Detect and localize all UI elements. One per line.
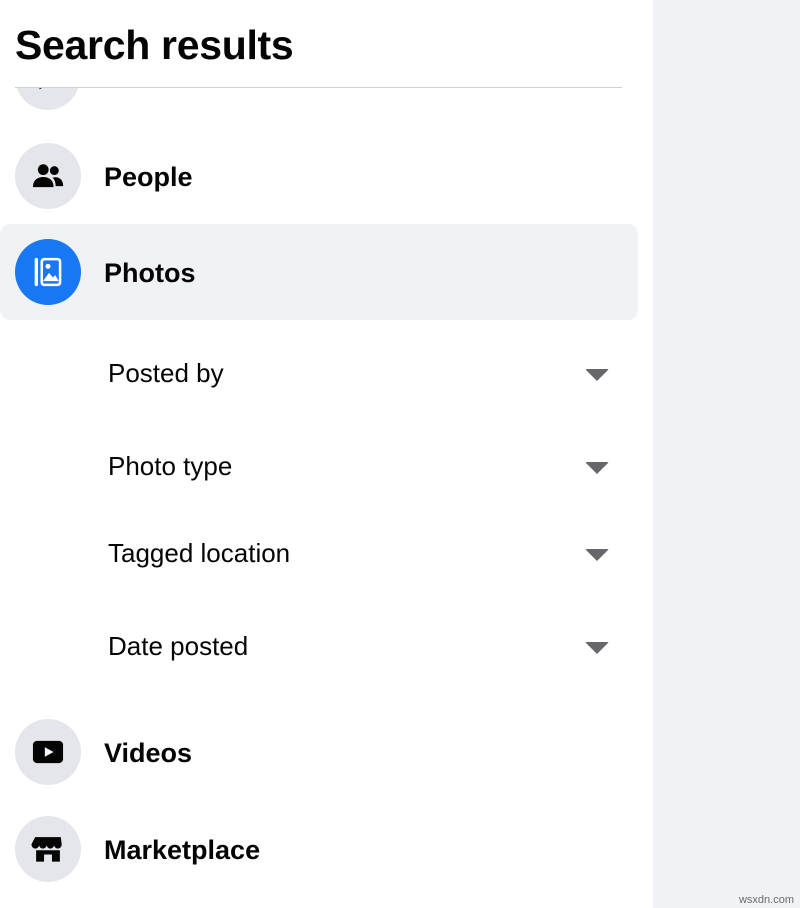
caret-down-icon [585, 549, 609, 561]
sidebar-item-marketplace[interactable]: Marketplace [0, 801, 638, 897]
sidebar-item-label: Marketplace [104, 835, 261, 865]
filter-photo-type[interactable]: Photo type [0, 438, 653, 498]
sidebar-item-people[interactable]: People [0, 128, 638, 224]
filter-posted-by[interactable]: Posted by [0, 345, 653, 405]
storefront-icon [15, 816, 81, 882]
page-title: Search results [15, 22, 294, 68]
sidebar-item-label: Photos [104, 258, 196, 288]
filter-label: Date posted [108, 631, 249, 661]
sidebar-header: Search results [0, 0, 653, 88]
people-icon [15, 143, 81, 209]
sidebar-item-photos[interactable]: Photos [0, 224, 638, 320]
filter-label: Photo type [108, 451, 233, 481]
header-divider [15, 87, 622, 88]
caret-down-icon [585, 369, 609, 381]
filter-label: Posted by [108, 358, 224, 388]
sidebar-item-label: Videos [104, 738, 193, 768]
photos-icon [15, 239, 81, 305]
sidebar-item-videos[interactable]: Videos [0, 704, 638, 800]
search-results-sidebar: Search results People Photos Posted by P… [0, 0, 653, 908]
video-play-icon [15, 719, 81, 785]
caret-down-icon [585, 642, 609, 654]
filter-label: Tagged location [108, 538, 291, 568]
caret-down-icon [585, 462, 609, 474]
filter-date-posted[interactable]: Date posted [0, 618, 653, 678]
watermark: wsxdn.com [738, 894, 794, 906]
sidebar-item-label: People [104, 162, 193, 192]
content-pane [653, 0, 800, 908]
filter-tagged-location[interactable]: Tagged location [0, 525, 653, 585]
